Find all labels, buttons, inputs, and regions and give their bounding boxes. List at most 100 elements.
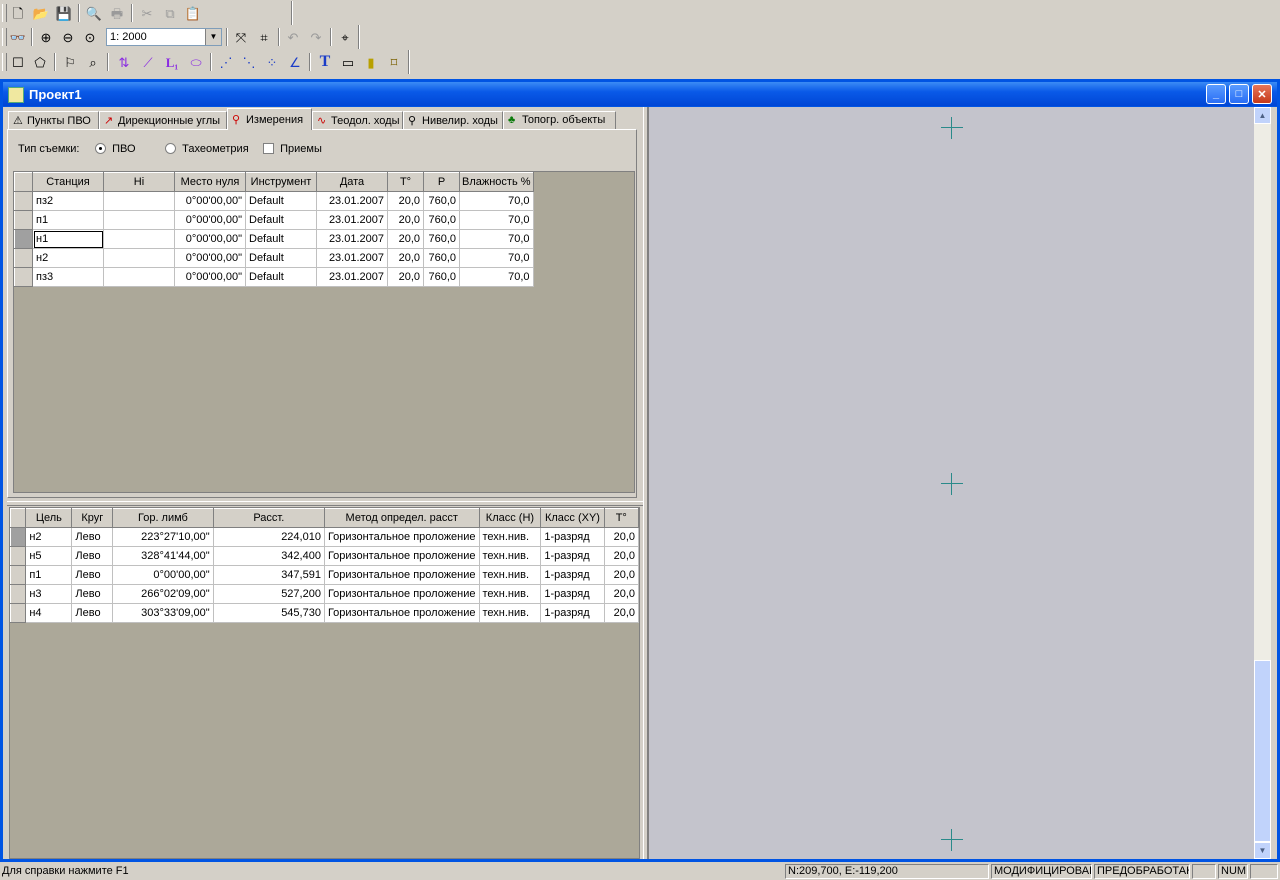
ellipse-icon[interactable]: ⬭: [186, 52, 206, 72]
table-cell[interactable]: 342,400: [213, 546, 325, 566]
table-cell[interactable]: Горизонтальное проложение: [324, 527, 480, 547]
table-cell[interactable]: 20,0: [604, 546, 639, 566]
row-indicator[interactable]: [14, 267, 33, 287]
table-cell[interactable]: 1-разряд: [540, 584, 605, 604]
col-header[interactable]: Hi: [103, 172, 175, 192]
table-cell[interactable]: техн.нив.: [479, 603, 542, 623]
table-cell[interactable]: 70,0: [459, 267, 534, 287]
table-cell[interactable]: Лево: [71, 546, 114, 566]
minimize-button[interactable]: _: [1206, 84, 1226, 104]
table-cell[interactable]: пз2: [32, 191, 104, 211]
table-cell[interactable]: пз3: [32, 267, 104, 287]
line-l1-icon[interactable]: L₁: [162, 52, 182, 72]
table-cell[interactable]: 303°33'09,00": [112, 603, 214, 623]
paste-icon[interactable]: 📋: [183, 3, 203, 23]
table-row[interactable]: п1 0°00'00,00" Default 23.01.2007 20,0 760,0 7…: [14, 210, 534, 230]
new-file-icon[interactable]: 🗋: [8, 3, 28, 23]
table-row[interactable]: н2 Лево 223°27'10,00" 224,010 Горизонтальное…: [10, 527, 639, 547]
traverse-icon[interactable]: ⟋: [138, 52, 158, 72]
table-cell[interactable]: [103, 248, 175, 268]
row-indicator[interactable]: [14, 210, 33, 230]
row-indicator[interactable]: [14, 229, 33, 249]
note-icon[interactable]: ▮: [361, 52, 381, 72]
table-cell[interactable]: Горизонтальное проложение: [324, 546, 480, 566]
table-row[interactable]: н4 Лево 303°33'09,00" 545,730 Горизонтальное…: [10, 603, 639, 623]
table-cell[interactable]: 0°00'00,00": [112, 565, 214, 585]
label-frame-icon[interactable]: ▭: [338, 52, 358, 72]
table-cell[interactable]: 23.01.2007: [316, 267, 388, 287]
table-row[interactable]: н5 Лево 328°41'44,00" 342,400 Горизонтальное…: [10, 546, 639, 566]
table-cell[interactable]: 20,0: [604, 527, 639, 547]
table-row[interactable]: н2 0°00'00,00" Default 23.01.2007 20,0 760,0 7…: [14, 248, 534, 268]
tab-points[interactable]: ⚠ Пункты ПВО: [8, 111, 99, 129]
print-icon[interactable]: 🖶: [107, 3, 127, 23]
col-header[interactable]: Метод определ. расст: [323, 508, 480, 528]
table-cell[interactable]: Горизонтальное проложение: [324, 584, 480, 604]
table-cell[interactable]: 23.01.2007: [316, 248, 388, 268]
select-rectangle-icon[interactable]: ☐: [8, 52, 28, 72]
table-cell[interactable]: Default: [245, 267, 317, 287]
points-query-icon[interactable]: ⁘: [262, 52, 282, 72]
table-cell[interactable]: н1: [32, 229, 104, 249]
table-cell[interactable]: п1: [25, 565, 73, 585]
table-cell[interactable]: 1-разряд: [540, 565, 605, 585]
table-cell[interactable]: 0°00'00,00": [174, 229, 246, 249]
table-cell[interactable]: 760,0: [423, 267, 460, 287]
table-cell[interactable]: н2: [32, 248, 104, 268]
col-header[interactable]: Класс (XY): [540, 508, 605, 528]
table-cell[interactable]: 0°00'00,00": [174, 267, 246, 287]
table-cell[interactable]: 70,0: [459, 191, 534, 211]
row-indicator[interactable]: [10, 565, 27, 585]
maximize-button[interactable]: □: [1229, 84, 1249, 104]
table-cell[interactable]: 347,591: [213, 565, 325, 585]
table-cell[interactable]: 20,0: [604, 603, 639, 623]
zoom-out-icon[interactable]: ⊖: [58, 27, 78, 47]
table-cell[interactable]: 20,0: [604, 565, 639, 585]
zoom-in-icon[interactable]: ⊕: [36, 27, 56, 47]
zoom-window-icon[interactable]: ⊙: [80, 27, 100, 47]
tab-topo[interactable]: ♣ Топогр. объекты: [503, 111, 616, 129]
table-cell[interactable]: [103, 210, 175, 230]
table-cell[interactable]: 0°00'00,00": [174, 248, 246, 268]
col-header[interactable]: T°: [603, 508, 639, 528]
table-cell[interactable]: Лево: [71, 584, 114, 604]
table-cell[interactable]: 328°41'44,00": [112, 546, 214, 566]
col-header[interactable]: Станция: [32, 172, 104, 192]
chevron-down-icon[interactable]: ▼: [205, 29, 221, 45]
col-header[interactable]: Гор. лимб: [112, 508, 214, 528]
col-header[interactable]: Класс (H): [478, 508, 542, 528]
col-header[interactable]: Инструмент: [245, 172, 317, 192]
table-cell[interactable]: 223°27'10,00": [112, 527, 214, 547]
col-header[interactable]: Цель: [25, 508, 73, 528]
table-cell[interactable]: Default: [245, 191, 317, 211]
scroll-down-icon[interactable]: ▼: [1254, 842, 1271, 859]
map-view[interactable]: [648, 107, 1254, 859]
col-header[interactable]: P: [423, 172, 460, 192]
table-cell[interactable]: 266°02'09,00": [112, 584, 214, 604]
window-titlebar[interactable]: Проект1 _ □ ✕: [3, 82, 1277, 106]
table-cell[interactable]: 20,0: [387, 191, 424, 211]
undo-view-icon[interactable]: ↶: [283, 27, 303, 47]
scroll-up-icon[interactable]: ▲: [1254, 107, 1271, 124]
table-cell[interactable]: 0°00'00,00": [174, 210, 246, 230]
table-cell[interactable]: [103, 267, 175, 287]
select-polygon-icon[interactable]: ⬠: [30, 52, 50, 72]
table-cell[interactable]: 760,0: [423, 248, 460, 268]
table-cell[interactable]: 23.01.2007: [316, 229, 388, 249]
binoculars-view-icon[interactable]: 👓: [8, 27, 28, 47]
pan-target-icon[interactable]: ⌖: [335, 27, 355, 47]
table-cell[interactable]: 20,0: [387, 267, 424, 287]
row-indicator[interactable]: [14, 191, 33, 211]
col-header[interactable]: T°: [387, 172, 424, 192]
table-cell[interactable]: 23.01.2007: [316, 210, 388, 230]
print-preview-icon[interactable]: 🔍: [84, 3, 104, 23]
table-cell[interactable]: Горизонтальное проложение: [324, 603, 480, 623]
point-properties-icon[interactable]: ⚐: [60, 52, 80, 72]
table-cell[interactable]: Лево: [71, 527, 114, 547]
table-cell[interactable]: н3: [25, 584, 73, 604]
table-row[interactable]: н1 0°00'00,00" Default 23.01.2007 20,0 760,0 7…: [14, 229, 534, 249]
redo-view-icon[interactable]: ↷: [306, 27, 326, 47]
polyline-query-icon[interactable]: ⋱: [239, 52, 259, 72]
map-vertical-scrollbar[interactable]: ▲ ▼: [1254, 107, 1271, 859]
radio-pvo[interactable]: ПВО: [95, 143, 136, 155]
